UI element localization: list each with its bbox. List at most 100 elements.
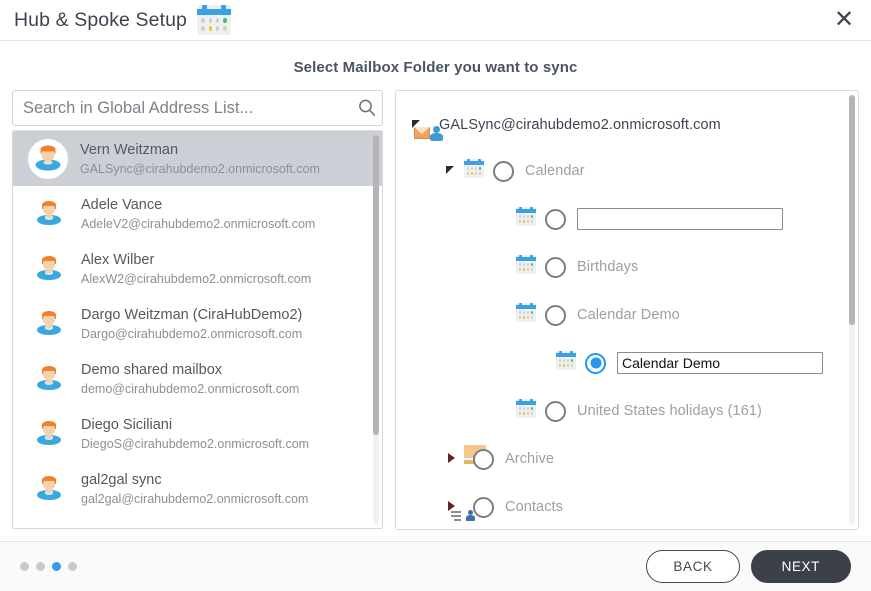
- page-title: Hub & Spoke Setup: [14, 8, 187, 31]
- back-button[interactable]: BACK: [646, 550, 740, 583]
- panes: Vern Weitzman GALSync@cirahubdemo2.onmicr…: [12, 90, 859, 533]
- calendar-icon: [464, 159, 484, 178]
- list-item[interactable]: Demo shared mailbox demo@cirahubdemo2.onm…: [13, 351, 382, 406]
- list-item-email: demo@cirahubdemo2.onmicrosoft.com: [81, 381, 300, 396]
- avatar: [31, 251, 67, 287]
- list-item-name: Demo shared mailbox: [81, 361, 223, 378]
- tree-node-label: Birthdays: [577, 259, 639, 275]
- tree-node-icon: [516, 255, 536, 279]
- calendar-icon: [516, 255, 536, 274]
- tree-node-label: Calendar Demo: [577, 307, 680, 323]
- list-item-text: Vern Weitzman GALSync@cirahubdemo2.onmicr…: [80, 140, 320, 178]
- tree-node-radio[interactable]: [545, 256, 566, 278]
- tree-root-node[interactable]: GALSync@cirahubdemo2.onmicrosoft.com: [396, 103, 858, 147]
- list-item[interactable]: Alex Wilber AlexW2@cirahubdemo2.onmicroso…: [13, 241, 382, 296]
- step-dot[interactable]: [20, 562, 29, 571]
- person-avatar-glyph: [36, 421, 62, 447]
- tree-node[interactable]: Archive: [396, 435, 858, 483]
- calendar-icon: [516, 303, 536, 322]
- search-box[interactable]: [12, 90, 383, 126]
- dialog-body: Select Mailbox Folder you want to sync V…: [0, 41, 871, 541]
- list-item-name: gal2gal sync: [81, 471, 162, 488]
- calendar-icon: [516, 399, 536, 418]
- list-item-name: Diego Siciliani: [81, 416, 173, 433]
- chevron-right-icon[interactable]: [444, 451, 460, 467]
- tree-node-label: GALSync@cirahubdemo2.onmicrosoft.com: [439, 117, 721, 133]
- tree-node-radio[interactable]: [545, 208, 566, 230]
- tree-node-radio[interactable]: [585, 352, 606, 374]
- list-item[interactable]: Adele Vance AdeleV2@cirahubdemo2.onmicros…: [13, 186, 382, 241]
- search-input[interactable]: [13, 98, 352, 118]
- calendar-icon: [516, 207, 536, 226]
- tree-node[interactable]: Contacts: [396, 483, 858, 529]
- tree-node-radio[interactable]: [473, 496, 494, 518]
- list-item[interactable]: Dargo Weitzman (CiraHubDemo2) Dargo@cirah…: [13, 296, 382, 351]
- list-item-name: Alex Wilber: [81, 251, 155, 268]
- tree-node[interactable]: Calendar: [396, 147, 858, 195]
- gal-list[interactable]: Vern Weitzman GALSync@cirahubdemo2.onmicr…: [12, 130, 383, 529]
- tree-node-label: United States holidays (161): [577, 403, 762, 419]
- list-item-email: gal2gal@cirahubdemo2.onmicrosoft.com: [81, 491, 309, 506]
- tree-node-icon: [516, 303, 536, 327]
- tree-node-label: Calendar: [525, 163, 585, 179]
- folder-name-input[interactable]: [617, 352, 823, 374]
- list-item[interactable]: Vern Weitzman GALSync@cirahubdemo2.onmicr…: [13, 131, 382, 186]
- avatar: [31, 361, 67, 397]
- list-item-name: Adele Vance: [81, 196, 163, 213]
- tree-node-icon: [516, 207, 536, 231]
- tree-node[interactable]: United States holidays (161): [396, 387, 858, 435]
- tree-scrollbar[interactable]: [849, 95, 855, 325]
- list-item[interactable]: gal2gal sync gal2gal@cirahubdemo2.onmicro…: [13, 461, 382, 516]
- avatar: [31, 306, 67, 342]
- folder-name-input[interactable]: [577, 208, 783, 230]
- avatar: [31, 196, 67, 232]
- person-avatar-glyph: [36, 366, 62, 392]
- tree-node-radio[interactable]: [473, 448, 494, 470]
- tree-node-radio[interactable]: [545, 304, 566, 326]
- tree-node[interactable]: [396, 339, 858, 387]
- tree-node-radio[interactable]: [545, 400, 566, 422]
- chevron-down-icon[interactable]: [444, 163, 460, 179]
- list-item-email: AlexW2@cirahubdemo2.onmicrosoft.com: [81, 271, 312, 286]
- dialog-header: Hub & Spoke Setup ✕: [0, 0, 871, 41]
- list-item-text: Alex Wilber AlexW2@cirahubdemo2.onmicroso…: [81, 250, 311, 288]
- step-dot[interactable]: [36, 562, 45, 571]
- search-icon[interactable]: [352, 91, 382, 125]
- tree-node[interactable]: Birthdays: [396, 243, 858, 291]
- tree-node[interactable]: [396, 195, 858, 243]
- list-item-email: Dargo@cirahubdemo2.onmicrosoft.com: [81, 326, 303, 341]
- calendar-icon: [556, 351, 576, 370]
- step-dot[interactable]: [52, 562, 61, 571]
- tree-node-label: Archive: [505, 451, 555, 467]
- step-indicator: [20, 562, 77, 571]
- list-item-email: AdeleV2@cirahubdemo2.onmicrosoft.com: [81, 216, 316, 231]
- list-item-text: Dargo Weitzman (CiraHubDemo2) Dargo@cirah…: [81, 305, 302, 343]
- tree-node-radio[interactable]: [493, 160, 514, 182]
- close-icon[interactable]: ✕: [827, 3, 861, 37]
- step-dot[interactable]: [68, 562, 77, 571]
- gal-list-scrollbar[interactable]: [373, 135, 379, 435]
- list-item-name: Dargo Weitzman (CiraHubDemo2): [81, 306, 303, 323]
- mailbox-folder-tree-pane[interactable]: GALSync@cirahubdemo2.onmicrosoft.com Cale…: [395, 90, 859, 530]
- calendar-icon: [196, 5, 231, 35]
- person-avatar-glyph: [36, 256, 62, 282]
- dialog-footer: BACK NEXT: [0, 541, 871, 591]
- person-avatar-glyph: [36, 311, 62, 337]
- avatar: [31, 416, 67, 452]
- list-item-text: gal2gal sync gal2gal@cirahubdemo2.onmicro…: [81, 470, 308, 508]
- global-address-list-pane: Vern Weitzman GALSync@cirahubdemo2.onmicr…: [12, 90, 383, 529]
- next-button[interactable]: NEXT: [750, 550, 851, 583]
- list-item-name: Vern Weitzman: [80, 141, 179, 158]
- list-item-text: Demo shared mailbox demo@cirahubdemo2.onm…: [81, 360, 299, 398]
- tree-node-icon: [464, 159, 484, 183]
- tree-node[interactable]: Calendar Demo: [396, 291, 858, 339]
- tree-node-icon: [516, 399, 536, 423]
- list-item[interactable]: Diego Siciliani DiegoS@cirahubdemo2.onmic…: [13, 406, 382, 461]
- list-item-text: Diego Siciliani DiegoS@cirahubdemo2.onmic…: [81, 415, 309, 453]
- person-avatar-glyph: [36, 201, 62, 227]
